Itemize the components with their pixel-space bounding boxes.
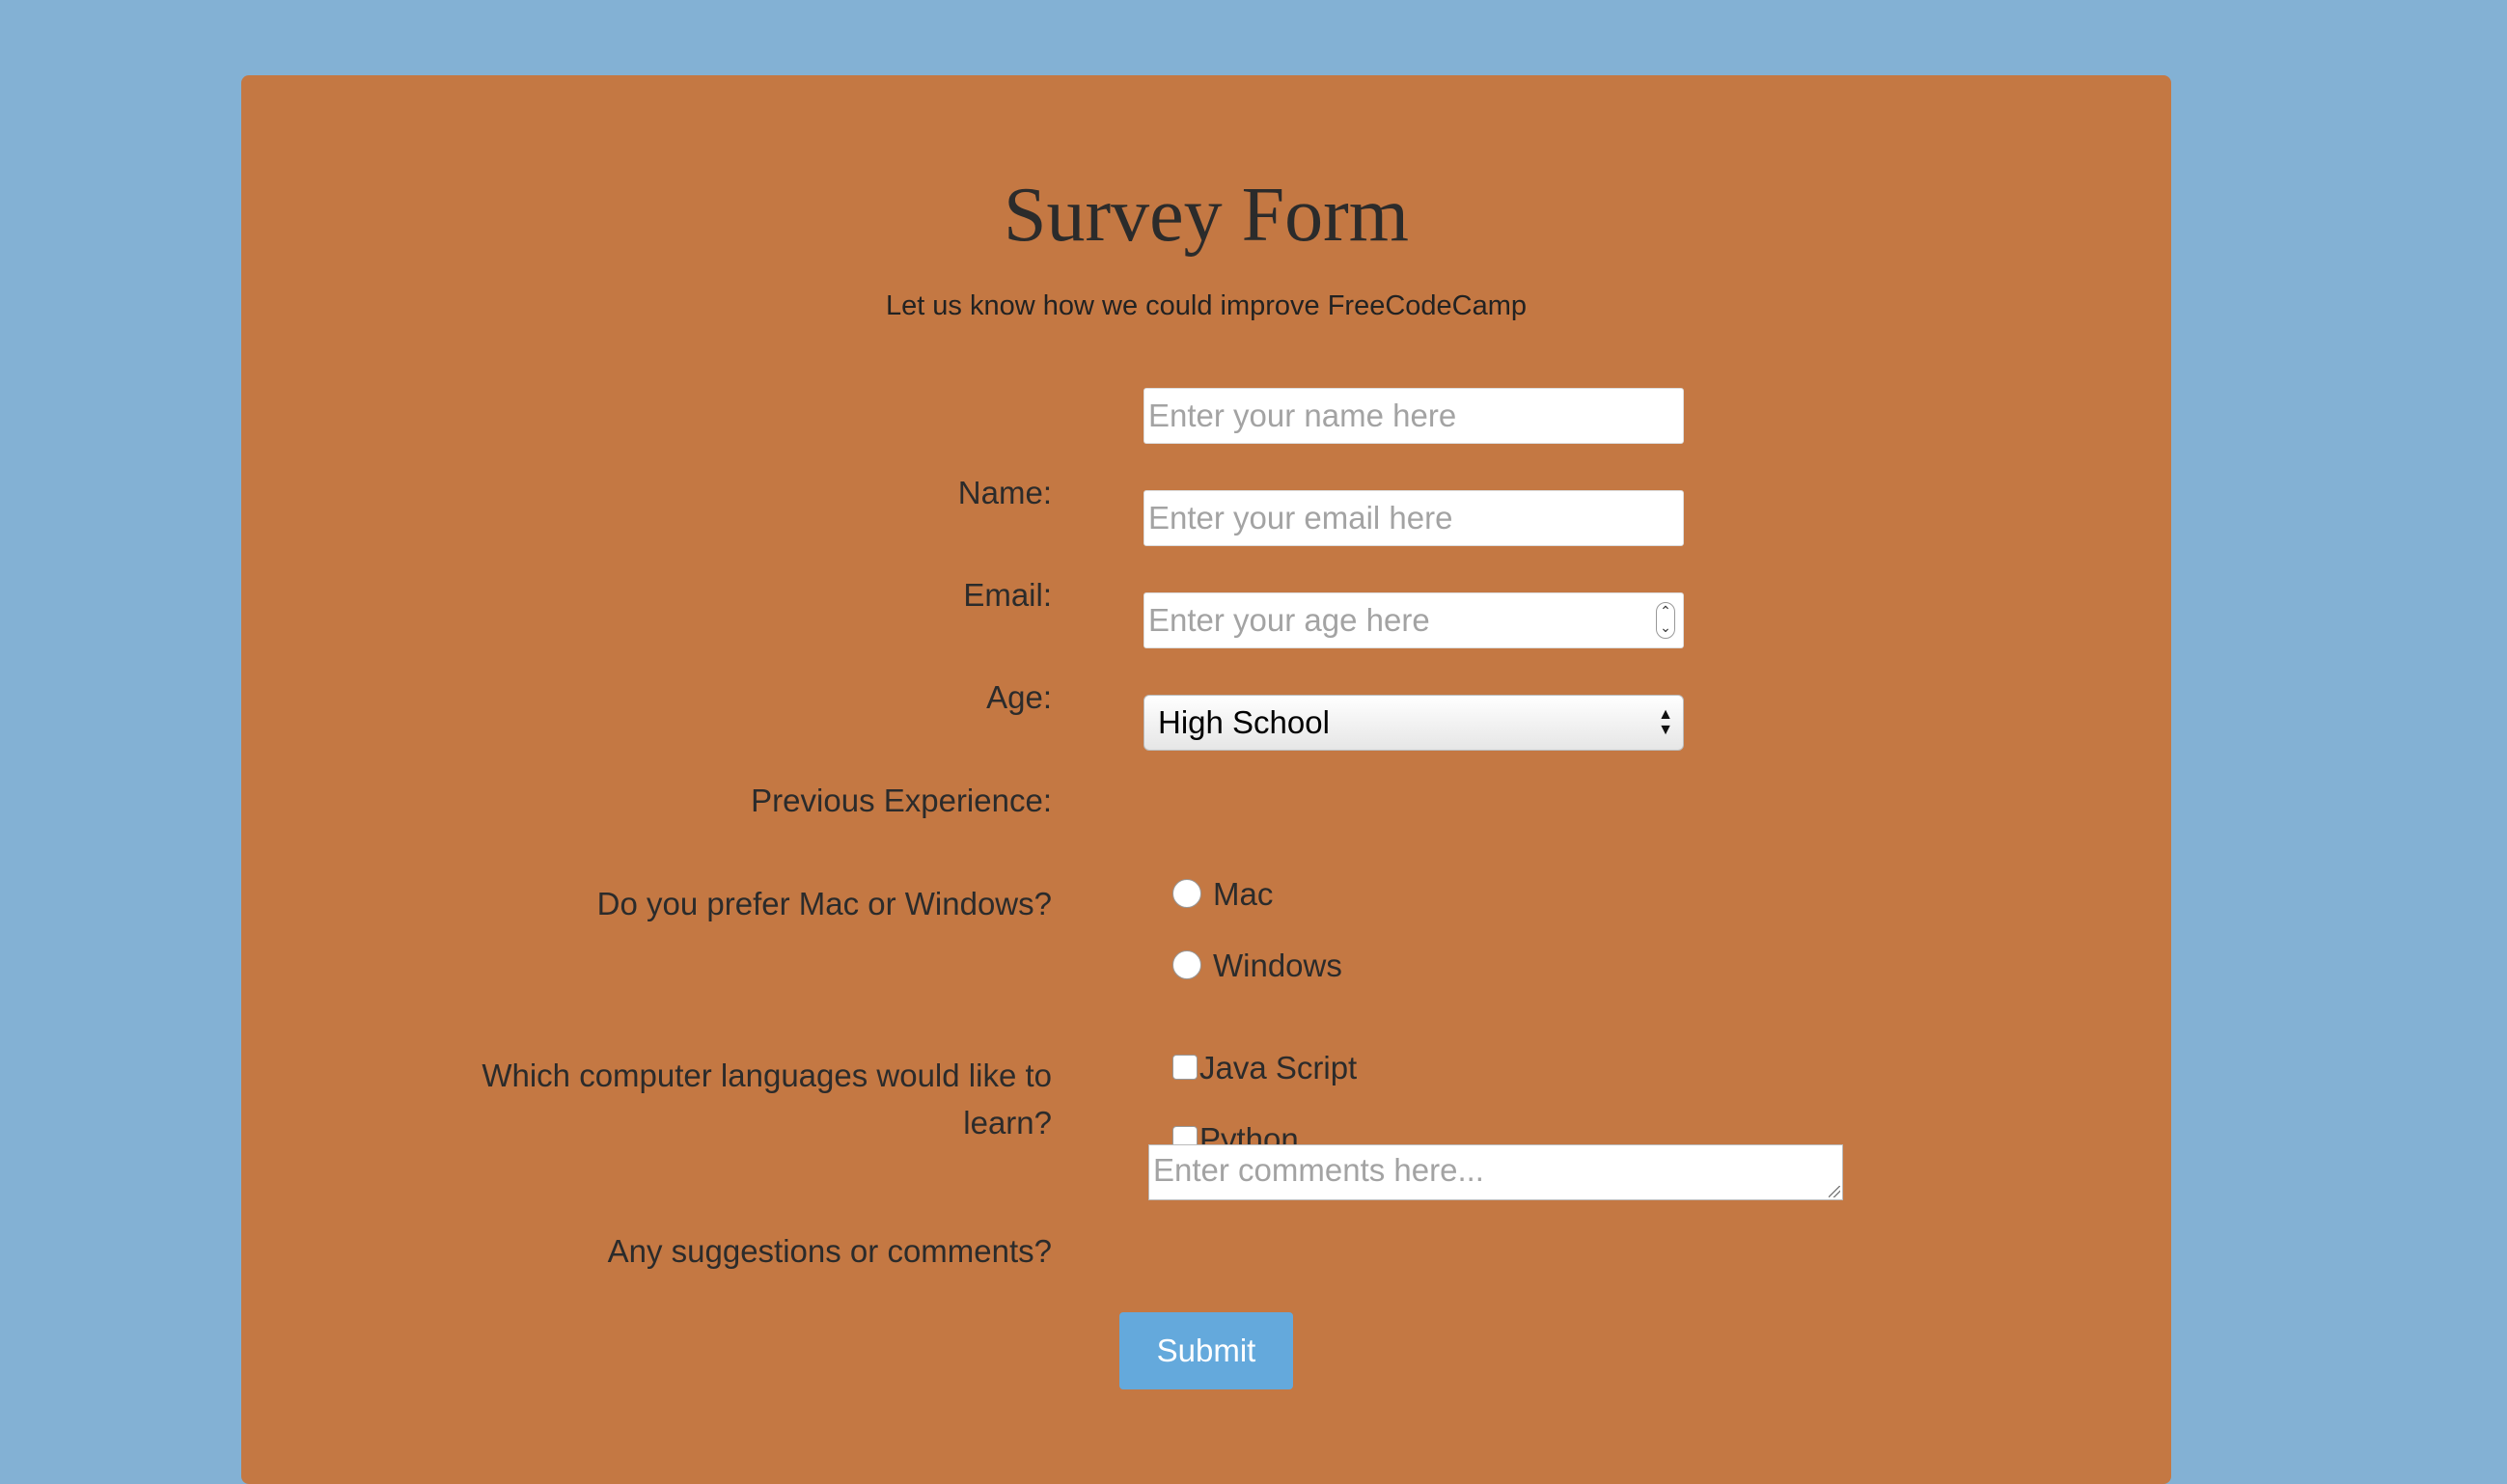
description: Let us know how we could improve FreeCod… <box>885 290 1528 321</box>
email-input[interactable]: Enter your email here <box>1143 490 1684 546</box>
survey-card: Survey Form Let us know how we could imp… <box>241 75 2171 1484</box>
checkbox-javascript-label: Java Script <box>1199 1050 1358 1086</box>
age-label: Age: <box>986 679 1052 715</box>
select-arrows-icon: ▲ ▼ <box>1658 706 1673 738</box>
radio-windows[interactable]: Windows <box>1172 942 1342 990</box>
experience-selected-value: High School <box>1158 704 1330 740</box>
comments-placeholder: Enter comments here... <box>1153 1152 1484 1188</box>
age-input[interactable]: Enter your age here ⌃ ⌄ <box>1143 592 1684 648</box>
radio-button-icon[interactable] <box>1172 950 1201 980</box>
checkbox-javascript[interactable]: Java Script <box>1172 1044 1357 1092</box>
comments-label: Any suggestions or comments? <box>607 1233 1052 1269</box>
experience-select[interactable]: High School ▲ ▼ <box>1143 695 1684 751</box>
name-input[interactable]: Enter your name here <box>1143 388 1684 444</box>
resize-handle-icon[interactable] <box>1829 1186 1840 1197</box>
radio-windows-label: Windows <box>1213 948 1342 983</box>
number-spinner-icon[interactable]: ⌃ ⌄ <box>1656 602 1675 639</box>
age-placeholder: Enter your age here <box>1148 602 1430 638</box>
checkbox-icon[interactable] <box>1172 1055 1198 1081</box>
platform-label: Do you prefer Mac or Windows? <box>596 886 1052 921</box>
page-title: Survey Form <box>1004 173 1409 258</box>
name-label: Name: <box>957 475 1052 510</box>
radio-mac-label: Mac <box>1213 876 1274 912</box>
submit-button[interactable]: Submit <box>1119 1312 1293 1389</box>
radio-mac[interactable]: Mac <box>1172 870 1273 919</box>
languages-label: Which computer languages would like to l… <box>482 1058 1052 1140</box>
radio-button-icon[interactable] <box>1172 879 1201 909</box>
experience-label: Previous Experience: <box>751 783 1052 818</box>
comments-textarea[interactable]: Enter comments here... <box>1148 1144 1843 1200</box>
email-label: Email: <box>963 577 1052 613</box>
